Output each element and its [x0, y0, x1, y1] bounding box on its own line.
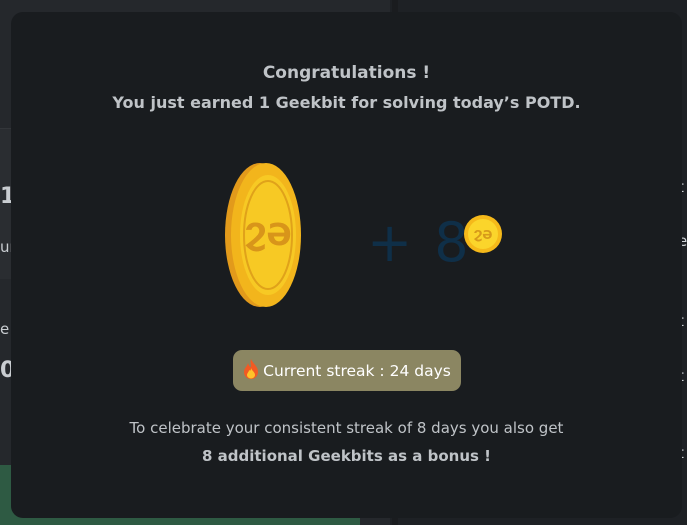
svg-text:ϨƏ: ϨƏ — [244, 218, 291, 253]
svg-text:ϨƏ: ϨƏ — [474, 228, 493, 242]
bonus-message: To celebrate your consistent streak of 8… — [11, 414, 682, 470]
bg-fragment: e — [0, 320, 10, 338]
fire-icon — [243, 358, 259, 383]
bonus-message-line1: To celebrate your consistent streak of 8… — [129, 419, 564, 437]
bonus-message-line2: 8 additional Geekbits as a bonus ! — [201, 447, 492, 465]
streak-label: Current streak : 24 days — [263, 361, 451, 380]
geekbit-coin-icon: ϨƏ — [225, 163, 301, 307]
bonus-plus-sign: + — [367, 210, 413, 274]
potd-reward-modal: Congratulations ! You just earned 1 Geek… — [11, 12, 682, 518]
modal-title: Congratulations ! — [262, 63, 431, 83]
bonus-amount: + 8 — [367, 210, 469, 274]
geekbit-coin-icon: ϨƏ — [464, 215, 502, 253]
current-streak-badge: Current streak : 24 days — [233, 350, 461, 391]
modal-subtitle: You just earned 1 Geekbit for solving to… — [112, 93, 581, 112]
